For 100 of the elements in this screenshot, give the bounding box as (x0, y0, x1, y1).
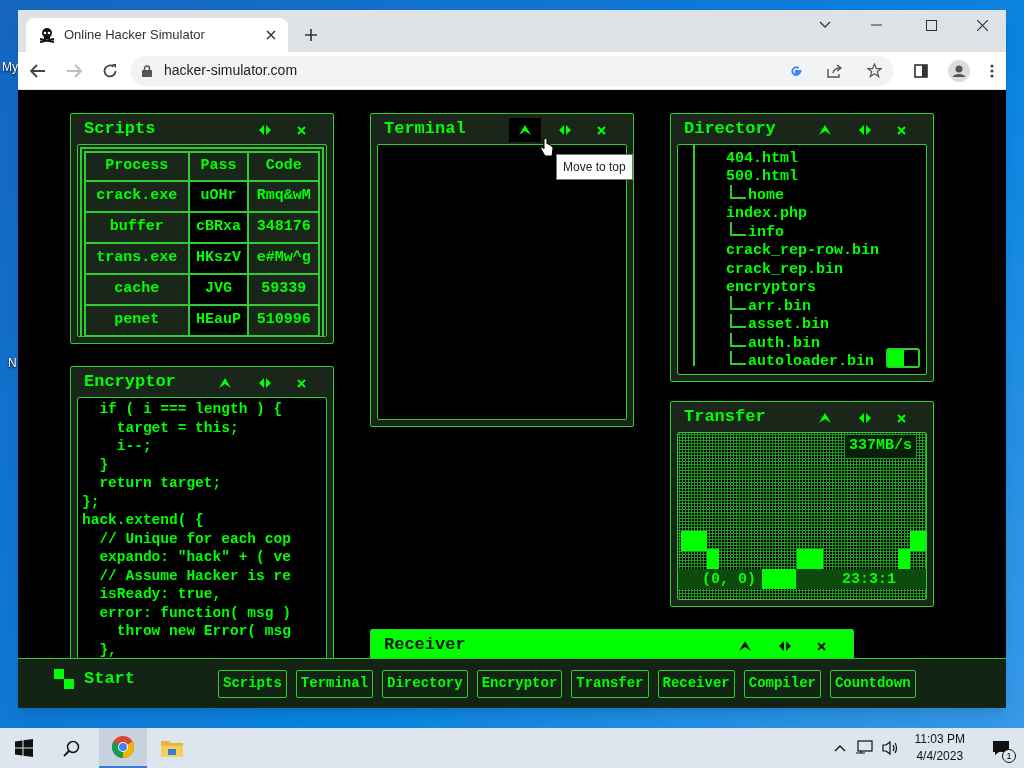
desktop-icon-label[interactable]: N (8, 354, 17, 372)
window-button[interactable]: Compiler (743, 669, 821, 698)
tree-connector (730, 221, 746, 236)
code-line: error: function( msg ) (98, 603, 292, 622)
table-cell: cache (85, 274, 189, 305)
column-header: Pass (188, 152, 249, 181)
window-button[interactable]: Scripts (218, 669, 287, 698)
table-cell: cBRxa (188, 212, 249, 243)
left-right-arrows-icon (259, 125, 271, 135)
window-title: Transfer (684, 406, 766, 428)
table-cell: trans.exe (85, 243, 189, 274)
clock-readout: 23:3:1 (842, 571, 896, 589)
table-cell: buffer (85, 212, 189, 243)
profile-icon[interactable] (948, 59, 970, 82)
speaker-icon[interactable] (881, 740, 900, 756)
code-line: hack.extend( { (82, 511, 205, 530)
network-icon[interactable] (854, 740, 873, 756)
reload-icon[interactable] (102, 62, 118, 79)
table-cell: penet (85, 305, 189, 336)
code-line: isReady: true, (98, 585, 223, 604)
clock-date[interactable]: 4/4/2023 (916, 748, 964, 765)
start-button[interactable]: Start (54, 665, 135, 692)
url-text: hacker-simulator.com (164, 61, 299, 80)
desktop-icon-label[interactable]: My (2, 58, 18, 76)
star-icon[interactable] (867, 63, 882, 78)
tab-title: Online Hacker Simulator (64, 26, 206, 45)
tooltip: Move to top (556, 154, 633, 180)
table-cell: 59339 (248, 274, 319, 305)
table-cell: HKszV (188, 243, 249, 274)
code-line: }; (82, 492, 101, 511)
window-button[interactable]: Encryptor (476, 669, 563, 698)
up-arrow-icon (819, 125, 831, 135)
window-title: Terminal (384, 118, 466, 140)
up-arrow-icon (219, 378, 231, 388)
tree-item[interactable]: auth.bin (748, 334, 820, 353)
toggle-switch[interactable] (886, 348, 920, 368)
windows-logo-icon[interactable] (15, 739, 33, 757)
left-right-arrows-icon (259, 378, 271, 388)
tree-item[interactable]: 404.html (726, 149, 798, 168)
maximize-icon[interactable] (926, 19, 937, 31)
chevron-up-icon[interactable] (833, 744, 846, 752)
menu-icon[interactable] (990, 63, 994, 78)
folder-icon[interactable] (161, 739, 183, 757)
column-header: Code (248, 152, 319, 181)
code-line: }, (98, 640, 118, 658)
table-cell: 510996 (248, 305, 319, 336)
close-icon[interactable] (977, 19, 988, 31)
window-button[interactable]: Transfer (571, 669, 649, 698)
tree-item[interactable]: info (748, 223, 784, 242)
code-line: target = this; (115, 418, 240, 437)
tree-item[interactable]: home (748, 186, 784, 205)
window-title: Directory (684, 118, 776, 140)
table-cell: uOHr (188, 181, 249, 212)
google-icon[interactable] (789, 63, 803, 78)
up-arrow-icon (819, 413, 831, 423)
close-icon (596, 125, 606, 135)
tree-item[interactable]: 500.html (726, 168, 798, 186)
lock-icon (142, 64, 152, 77)
table-cell: HEauP (188, 305, 249, 336)
close-icon (816, 641, 826, 651)
new-tab-icon[interactable] (304, 28, 318, 42)
chevron-down-icon[interactable] (819, 21, 831, 29)
left-right-arrows-icon (559, 125, 571, 135)
table-cell: e#Mw^g (248, 243, 319, 274)
close-icon[interactable] (266, 30, 276, 40)
tree-item[interactable]: index.php (726, 205, 807, 223)
code-line: return target; (98, 474, 223, 493)
search-icon[interactable] (63, 739, 80, 757)
window-button[interactable]: Terminal (295, 669, 374, 698)
tree-item[interactable]: arr.bin (748, 297, 811, 316)
back-arrow-icon[interactable] (30, 63, 46, 78)
tree-item[interactable]: asset.bin (748, 316, 829, 334)
tree-item[interactable]: crack_rep.bin (726, 260, 844, 279)
chrome-taskbar-button[interactable] (99, 728, 147, 768)
move-to-top-button[interactable] (509, 118, 541, 142)
clock-time[interactable]: 11:03 PM (914, 731, 965, 748)
code-line: // Unique for each cop (98, 529, 292, 548)
code-line: // Assume Hacker is re (98, 566, 292, 585)
close-icon (296, 378, 306, 388)
tree-connector (730, 314, 746, 328)
left-right-arrows-icon (859, 125, 871, 135)
tree-item[interactable]: autoloader.bin (748, 353, 875, 371)
window-button[interactable]: Countdown (829, 669, 916, 698)
notification-button[interactable]: 1 (986, 733, 1016, 763)
browser-tab[interactable]: Online Hacker Simulator (26, 18, 288, 52)
side-panel-icon[interactable] (914, 63, 928, 78)
code-line: } (98, 455, 110, 474)
window-button[interactable]: Receiver (657, 669, 735, 698)
code-line: if ( i === length ) { (98, 400, 284, 419)
chrome-logo-icon (111, 735, 135, 759)
code-line: expando: "hack" + ( ve (98, 548, 292, 567)
left-right-arrows-icon (779, 641, 791, 651)
tree-connector (730, 351, 746, 365)
tree-item[interactable]: crack_rep-row.bin (726, 242, 880, 260)
column-header: Process (85, 152, 189, 181)
window-button[interactable]: Directory (382, 669, 468, 698)
share-icon[interactable] (827, 63, 843, 78)
coordinates-readout: (0, 0) (702, 571, 756, 589)
tree-item[interactable]: encryptors (726, 279, 816, 297)
address-bar[interactable]: hacker-simulator.com (130, 55, 894, 86)
